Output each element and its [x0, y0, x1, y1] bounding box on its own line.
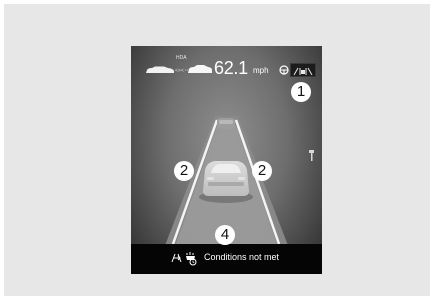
lane-following-icon: [293, 67, 313, 76]
conditions-status-text: Conditions not met: [204, 252, 280, 262]
follow-vehicle-car-silhouette-icon: [188, 65, 212, 73]
ego-vehicle-car-rear-icon: [199, 161, 253, 203]
svg-text:<><: <><: [175, 68, 184, 74]
callout-marker-2-left: 2: [174, 161, 194, 181]
callout-marker-4: 4: [215, 225, 235, 245]
lead-vehicle-car-silhouette-icon: [146, 66, 174, 73]
hands-off-hand-icon: [186, 252, 197, 266]
lane-following-icon-box: [290, 63, 316, 77]
speed-unit: mph: [253, 66, 269, 75]
callout-marker-2-right: 2: [252, 161, 272, 181]
steering-wheel-icon: [279, 65, 289, 75]
status-bar: Conditions not met: [131, 244, 322, 274]
hda-label: HDA: [176, 55, 187, 61]
set-speed-value: 62.1: [214, 58, 248, 78]
distant-vehicle: [217, 118, 235, 129]
lane-change-icon: [171, 253, 182, 263]
callout-marker-1: 1: [291, 82, 311, 102]
instrument-cluster-display: <>< HDA 62.1 mph Conditions not met 1 2 …: [131, 46, 322, 274]
side-marker: [309, 150, 314, 161]
figure-frame: <>< HDA 62.1 mph Conditions not met 1 2 …: [4, 4, 430, 296]
